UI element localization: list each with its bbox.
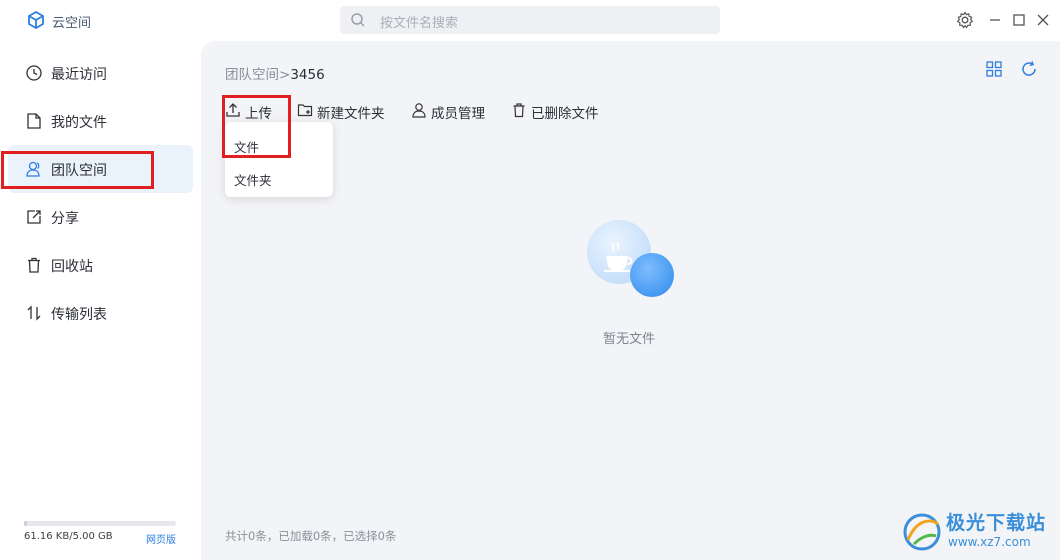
trash-icon: [28, 257, 40, 273]
empty-state-illustration: [587, 220, 674, 297]
storage-usage-text: 61.16 KB/5.00 GB: [24, 531, 113, 542]
search-box[interactable]: 按文件名搜索: [340, 6, 720, 34]
highlight-box-team-space: [1, 151, 154, 189]
grid-view-icon[interactable]: [985, 60, 1003, 78]
member-management-label: 成员管理: [431, 106, 485, 122]
new-folder-button[interactable]: 新建文件夹: [297, 101, 389, 122]
highlight-box-upload: [222, 95, 291, 158]
main-panel: 团队空间>3456 上传 新建文件夹 成员管理 已删除文件 文件 文件夹 暂无文…: [201, 41, 1060, 560]
file-icon: [27, 113, 41, 129]
storage-progress: [24, 521, 176, 526]
sidebar-item-recent[interactable]: 最近访问: [8, 49, 193, 97]
breadcrumb-separator: >: [279, 67, 291, 83]
breadcrumb-current: 3456: [290, 67, 325, 83]
transfer-icon: [27, 305, 41, 321]
share-icon: [27, 210, 41, 224]
app-logo-icon: [28, 11, 44, 29]
sidebar-item-label: 回收站: [51, 259, 93, 275]
sidebar-item-label: 我的文件: [51, 115, 107, 131]
close-icon[interactable]: [1034, 11, 1052, 29]
empty-state-text: 暂无文件: [603, 332, 656, 347]
new-folder-icon: [297, 104, 313, 117]
sidebar-item-label: 传输列表: [51, 307, 107, 323]
search-input[interactable]: 按文件名搜索: [380, 12, 458, 31]
title-bar: 云空间 按文件名搜索: [0, 0, 1060, 41]
storage-progress-fill: [24, 521, 28, 526]
status-bar-text: 共计0条，已加载0条，已选择0条: [225, 529, 397, 543]
user-icon: [412, 103, 426, 118]
watermark-logo-icon: [903, 513, 941, 551]
sidebar: 最近访问 我的文件 团队空间 分享 回收站 传输列表 61.16 KB/5.00…: [0, 41, 201, 560]
sidebar-item-recycle-bin[interactable]: 回收站: [8, 241, 193, 289]
sidebar-item-transfer-list[interactable]: 传输列表: [8, 289, 193, 337]
trash-icon: [513, 103, 525, 118]
gear-icon[interactable]: [956, 11, 974, 29]
refresh-icon[interactable]: [1020, 60, 1038, 78]
watermark-text: 极光下载站: [946, 512, 1047, 534]
deleted-files-label: 已删除文件: [531, 106, 599, 122]
app-title: 云空间: [52, 16, 92, 31]
member-management-button[interactable]: 成员管理: [411, 101, 491, 122]
breadcrumb-parent[interactable]: 团队空间: [225, 67, 279, 83]
breadcrumb: 团队空间>3456: [225, 63, 325, 83]
menu-item-upload-folder[interactable]: 文件夹: [234, 170, 272, 189]
sidebar-item-label: 分享: [51, 211, 79, 227]
new-folder-label: 新建文件夹: [317, 106, 385, 122]
sidebar-item-share[interactable]: 分享: [8, 193, 193, 241]
maximize-icon[interactable]: [1010, 11, 1028, 29]
search-icon: [351, 13, 365, 27]
clock-icon: [26, 65, 42, 81]
watermark-url: www.xz7.com: [948, 535, 1031, 549]
watermark: 极光下载站 www.xz7.com: [896, 508, 1056, 556]
sidebar-item-label: 最近访问: [51, 67, 107, 83]
deleted-files-button[interactable]: 已删除文件: [511, 101, 603, 122]
web-version-link[interactable]: 网页版: [146, 531, 176, 546]
sidebar-item-my-files[interactable]: 我的文件: [8, 97, 193, 145]
minimize-icon[interactable]: [986, 11, 1004, 29]
